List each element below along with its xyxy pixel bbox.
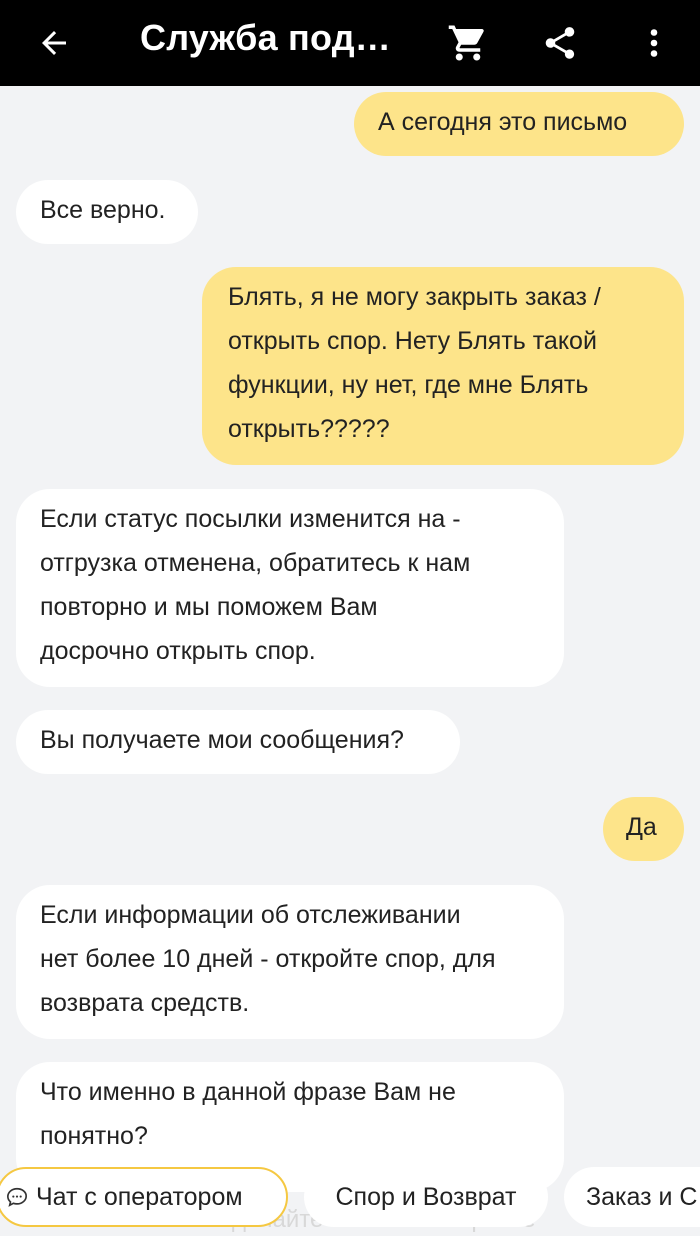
order-chip[interactable]: Заказ и С [564,1167,700,1227]
message-incoming: Если статус посылки изменится на - отгру… [16,489,564,687]
message-text: Если статус посылки изменится на - [40,505,461,533]
more-options-button[interactable] [622,0,686,86]
message-text: открыть спор. Нету Блять такой [228,327,597,355]
message-text: Да [626,813,657,841]
message-incoming: Если информации об отслеживании нет боле… [16,885,564,1039]
share-icon [545,27,575,59]
message-text: функции, ну нет, где мне Блять [228,371,589,399]
share-button[interactable] [528,0,592,86]
chip-label: Спор и Возврат [335,1182,517,1211]
dispute-and-return-chip[interactable]: Спор и Возврат [304,1167,548,1227]
cart-button[interactable] [436,0,500,86]
message-text: понятно? [40,1122,148,1150]
more-vert-icon [650,29,658,57]
chat-screen: Служба под… А сегодня это письмо Все вер… [0,0,700,1236]
message-text: Все верно. [40,196,166,224]
message-outgoing: А сегодня это письмо [354,92,684,156]
chip-label: Чат с оператором [36,1182,243,1211]
chat-bubble-icon [6,1186,28,1208]
message-outgoing: Да [603,797,684,861]
chat-with-operator-chip[interactable]: Чат с оператором [0,1167,288,1227]
message-text: нет более 10 дней - откройте спор, для [40,945,496,973]
message-text: Что именно в данной фразе Вам не [40,1078,456,1106]
back-button[interactable] [22,0,86,86]
top-app-bar: Служба под… [0,0,700,86]
message-text: Блять, я не могу закрыть заказ / [228,283,601,311]
message-outgoing: Блять, я не могу закрыть заказ / открыть… [202,267,684,465]
message-text: возврата средств. [40,989,250,1017]
chip-label: Заказ и С [586,1182,698,1211]
message-text: отгрузка отменена, обратитесь к нам [40,549,471,577]
message-text: открыть????? [228,415,390,443]
message-incoming: Все верно. [16,180,198,244]
message-incoming: Вы получаете мои сообщения? [16,710,460,774]
message-text: Если информации об отслеживании [40,901,461,929]
page-title: Служба под… [140,17,391,58]
message-text: досрочно открыть спор. [40,637,316,665]
message-text: А сегодня это письмо [378,108,628,136]
message-text: повторно и мы поможем Вам [40,593,378,621]
back-arrow-icon [42,31,66,55]
message-text: Вы получаете мои сообщения? [40,726,404,754]
cart-icon [448,25,484,61]
